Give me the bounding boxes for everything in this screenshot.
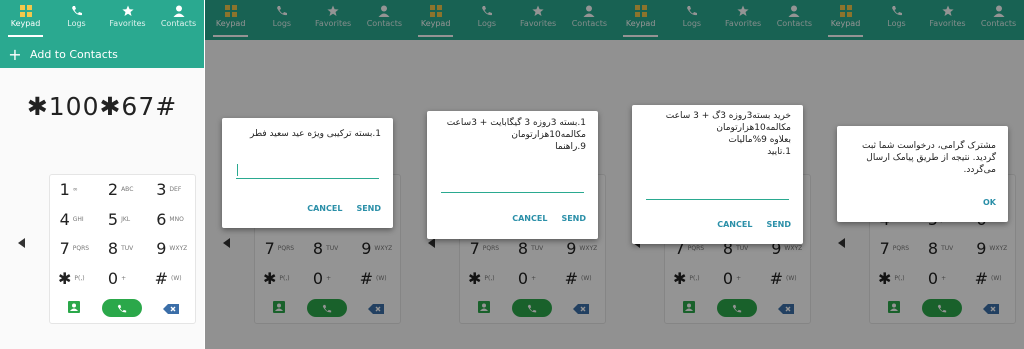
dialog-message-line-3: 9.راهنما xyxy=(555,142,586,152)
tab-logs[interactable]: Logs xyxy=(51,0,102,40)
contact-card-icon xyxy=(67,299,81,318)
tab-favorites[interactable]: Favorites xyxy=(102,0,153,40)
tab-label: Contacts xyxy=(160,19,197,28)
dialog-message-line-2: مکالمه10هزارتومان xyxy=(511,130,586,140)
add-to-contacts-bar[interactable]: + Add to Contacts xyxy=(0,40,204,68)
ussd-dialog: 1.بسته ترکیبی ویژه عید سعید فطر CANCEL SEN… xyxy=(222,118,393,228)
dialed-number: ✱100✱67# xyxy=(26,92,178,121)
tab-bar: Keypad Logs Favorites Contacts xyxy=(0,0,204,40)
ok-button[interactable]: OK xyxy=(983,198,996,207)
logs-icon xyxy=(71,5,83,17)
key-6[interactable]: 6MNO xyxy=(147,210,195,229)
phone-icon xyxy=(117,299,127,318)
ussd-screen-1: Keypad Logs Favorites Contacts 1∞ 2ABC 3… xyxy=(205,0,410,349)
key-hash[interactable]: # (W) xyxy=(147,269,195,288)
key-1[interactable]: 1∞ xyxy=(50,180,98,199)
key-5[interactable]: 5JKL xyxy=(98,210,146,229)
dialer-screen: Keypad Logs Favorites Contacts + Add to C… xyxy=(0,0,204,349)
send-button[interactable]: SEND xyxy=(561,214,586,223)
dialog-message-line-1: خرید بسته3روزه 3گ + 3 ساعت xyxy=(665,111,791,121)
ussd-dialog: مشترک گرامی، درخواست شما ثبت گردید. نتیجه… xyxy=(837,126,1008,222)
dialog-message-line-1: مشترک گرامی، درخواست شما ثبت xyxy=(862,141,996,151)
text-cursor xyxy=(237,164,238,176)
dial-pad: 1∞ 2ABC 3DEF 4GHI 5JKL 6MNO 7PQRS 8TUV 9… xyxy=(49,174,196,324)
key-9[interactable]: 9 WXYZ xyxy=(147,239,195,258)
backspace-icon xyxy=(162,299,179,318)
reply-input[interactable] xyxy=(646,199,789,200)
key-2[interactable]: 2ABC xyxy=(98,180,146,199)
key-star[interactable]: ✱ P(,) xyxy=(50,269,98,288)
dialog-message-line-4: 1.تایید xyxy=(767,147,791,157)
dialog-message-line-2: مکالمه10هزارتومان xyxy=(716,123,791,133)
dialog-message-line-3: بعلاوه 9%مالیات xyxy=(728,135,791,145)
dialog-message-line-1: 1.بسته 3روزه 3 گیگابایت + 3ساعت xyxy=(446,118,586,128)
cancel-button[interactable]: CANCEL xyxy=(717,220,752,229)
cancel-button[interactable]: CANCEL xyxy=(307,204,342,213)
cancel-button[interactable]: CANCEL xyxy=(512,214,547,223)
reply-input[interactable] xyxy=(441,192,584,193)
key-4[interactable]: 4GHI xyxy=(50,210,98,229)
call-button[interactable] xyxy=(102,299,143,318)
backspace-button[interactable] xyxy=(147,299,195,318)
plus-icon: + xyxy=(8,44,22,64)
ussd-dialog: 1.بسته 3روزه 3 گیگابایت + 3ساعت مکالمه10ه… xyxy=(427,111,598,239)
tab-label: Logs xyxy=(67,19,86,28)
ussd-screen-4: Keypad Logs Favorites Contacts 1∞ 2ABC 3… xyxy=(820,0,1024,349)
key-8[interactable]: 8 TUV xyxy=(98,239,146,258)
tab-label: Keypad xyxy=(10,19,41,28)
dialog-message-line-3: می‌گردد. xyxy=(963,165,996,175)
ussd-dialog: خرید بسته3روزه 3گ + 3 ساعت مکالمه10هزارتو… xyxy=(632,105,803,244)
keypad-icon xyxy=(19,5,32,17)
person-icon xyxy=(173,5,185,17)
key-0[interactable]: 0 + xyxy=(98,269,146,288)
star-icon xyxy=(121,5,134,17)
add-contact-button[interactable] xyxy=(50,299,98,318)
reply-input[interactable] xyxy=(236,178,379,179)
ussd-screen-3: Keypad Logs Favorites Contacts 1∞ 2ABC 3… xyxy=(615,0,820,349)
tab-keypad[interactable]: Keypad xyxy=(0,0,51,40)
left-arrow-icon[interactable] xyxy=(18,238,25,248)
key-7[interactable]: 7 PQRS xyxy=(50,239,98,258)
send-button[interactable]: SEND xyxy=(356,204,381,213)
add-to-contacts-label: Add to Contacts xyxy=(30,47,118,61)
tab-label: Favorites xyxy=(109,19,146,28)
send-button[interactable]: SEND xyxy=(766,220,791,229)
tab-contacts[interactable]: Contacts xyxy=(153,0,204,40)
dialog-message-line-2: گردید. نتیجه از طریق پیامک ارسال xyxy=(866,153,996,163)
dialog-message: 1.بسته ترکیبی ویژه عید سعید فطر xyxy=(250,129,381,139)
ussd-screen-2: Keypad Logs Favorites Contacts 1∞ 2ABC 3… xyxy=(410,0,615,349)
key-3[interactable]: 3DEF xyxy=(147,180,195,199)
